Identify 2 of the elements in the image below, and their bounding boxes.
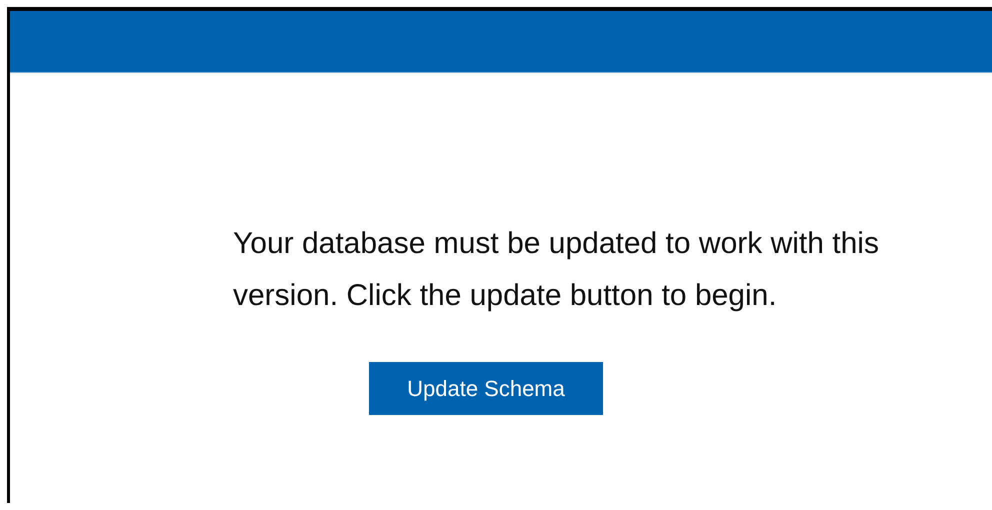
update-message: Your database must be updated to work with this version. Click the update button to begin. [233, 226, 880, 314]
update-schema-button[interactable]: Update Schema [369, 362, 603, 415]
